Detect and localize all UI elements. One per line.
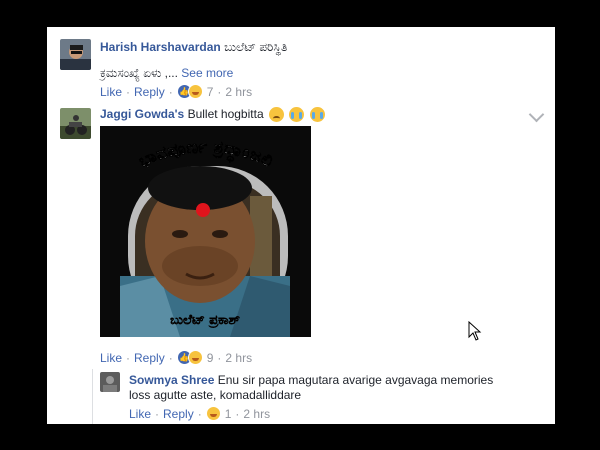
comment-text: ಬುಲೆಟ್ ಪರಿಸ್ಥಿತಿ bbox=[224, 40, 288, 54]
reply-link[interactable]: Reply bbox=[163, 407, 194, 421]
comments-panel: Harish Harshavardan ಬುಲೆಟ್ ಪರಿಸ್ಥಿತಿ ಕ್ರ… bbox=[47, 27, 555, 424]
mouse-pointer-icon bbox=[468, 321, 482, 341]
timestamp[interactable]: 2 hrs bbox=[225, 85, 252, 99]
separator: · bbox=[168, 350, 173, 365]
chevron-down-icon[interactable] bbox=[528, 106, 545, 123]
reply-link[interactable]: Reply bbox=[134, 351, 165, 365]
comment-1-body: ಕ್ರಮಸಂಖ್ಯೆ ಏಳು ,... See more bbox=[100, 66, 233, 81]
reply-author[interactable]: Sowmya Shree bbox=[129, 373, 214, 387]
haha-emoji-icon bbox=[187, 350, 203, 365]
comment-text: Bullet hogbitta bbox=[187, 107, 264, 121]
comment-author[interactable]: Jaggi Gowda's bbox=[100, 107, 184, 121]
see-more-link[interactable]: See more bbox=[181, 66, 233, 80]
reply-actions: Like · Reply · 1 · 2 hrs bbox=[129, 406, 270, 421]
crying-emoji-icon bbox=[289, 107, 305, 123]
sad-emoji-icon bbox=[268, 107, 284, 123]
reaction-count: 7 bbox=[206, 84, 214, 99]
separator: · bbox=[126, 350, 131, 365]
like-link[interactable]: Like bbox=[100, 85, 122, 99]
separator: · bbox=[168, 84, 173, 99]
separator: · bbox=[217, 350, 222, 365]
reactions[interactable] bbox=[205, 406, 221, 421]
photo-caption: ಬುಲೆಟ್ ಪ್ರಕಾಶ್ bbox=[170, 313, 240, 329]
reply-thread-line bbox=[92, 369, 93, 424]
separator: · bbox=[235, 406, 240, 421]
haha-emoji-icon bbox=[187, 84, 203, 99]
like-link[interactable]: Like bbox=[129, 407, 151, 421]
comment-preview: ಕ್ರಮಸಂಖ್ಯೆ ಏಳು ,... bbox=[100, 66, 178, 80]
separator: · bbox=[217, 84, 222, 99]
separator: · bbox=[155, 406, 160, 421]
separator: · bbox=[126, 84, 131, 99]
reply-text-line2: loss agutte aste, komadalliddare bbox=[129, 388, 302, 402]
comment-photo[interactable]: ಭಾವಪೂರ್ಣ ಶ್ರದ್ಧಾಂಜಲಿ ಬುಲೆಟ್ ಪ್ರಕಾಶ್ bbox=[100, 126, 311, 337]
comment-2-header: Jaggi Gowda's Bullet hogbitta bbox=[100, 107, 325, 123]
reply-header: Sowmya Shree Enu sir papa magutara avari… bbox=[129, 373, 493, 387]
comment-1-actions: Like · Reply · 👍 7 · 2 hrs bbox=[100, 84, 252, 99]
reaction-count: 1 bbox=[224, 406, 232, 421]
reactions[interactable]: 👍 bbox=[176, 350, 203, 365]
timestamp[interactable]: 2 hrs bbox=[225, 351, 252, 365]
crying-emoji-icon bbox=[309, 107, 325, 123]
haha-emoji-icon bbox=[205, 406, 221, 421]
avatar-jaggi[interactable] bbox=[60, 108, 91, 139]
timestamp[interactable]: 2 hrs bbox=[243, 407, 270, 421]
comment-2-actions: Like · Reply · 👍 9 · 2 hrs bbox=[100, 350, 252, 365]
avatar-sowmya[interactable] bbox=[100, 372, 120, 392]
comment-1-header: Harish Harshavardan ಬುಲೆಟ್ ಪರಿಸ್ಥಿತಿ bbox=[100, 40, 287, 55]
reactions[interactable]: 👍 bbox=[176, 84, 203, 99]
comment-author[interactable]: Harish Harshavardan bbox=[100, 40, 221, 54]
like-link[interactable]: Like bbox=[100, 351, 122, 365]
avatar-harish[interactable] bbox=[60, 39, 91, 70]
separator: · bbox=[197, 406, 202, 421]
reply-link[interactable]: Reply bbox=[134, 85, 165, 99]
reply-text-line1: Enu sir papa magutara avarige avgavaga m… bbox=[217, 373, 494, 387]
reaction-count: 9 bbox=[206, 350, 214, 365]
